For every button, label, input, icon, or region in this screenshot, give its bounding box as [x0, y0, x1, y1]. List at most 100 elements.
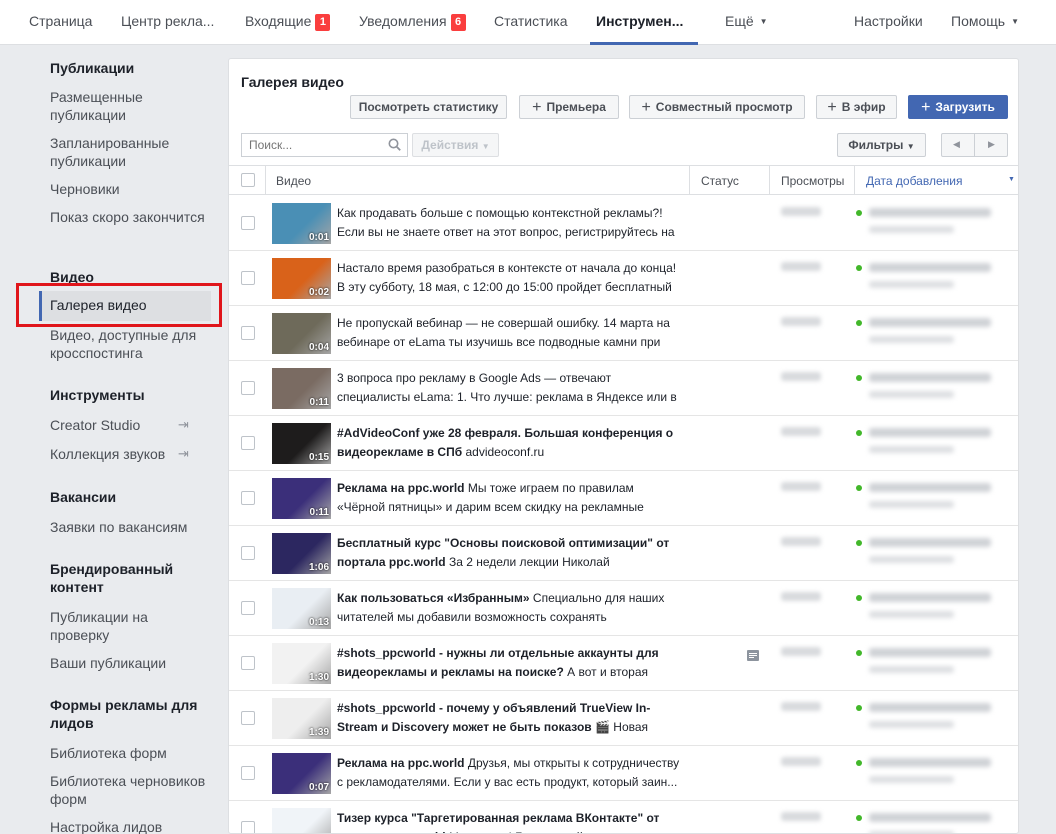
video-thumbnail[interactable]: 0:13: [272, 588, 331, 629]
row-checkbox[interactable]: [241, 216, 255, 230]
video-thumbnail[interactable]: 0:07: [272, 753, 331, 794]
table-row[interactable]: Тизер курса "Таргетированная реклама ВКо…: [229, 801, 1018, 833]
video-description[interactable]: Как пользоваться «Избранным» Специально …: [337, 589, 682, 627]
row-checkbox[interactable]: [241, 766, 255, 780]
video-duration: 0:02: [308, 287, 329, 298]
column-divider: [769, 166, 770, 195]
video-description[interactable]: #shots_ppcworld - почему у объявлений Tr…: [337, 699, 682, 737]
column-views[interactable]: Просмотры: [781, 174, 844, 188]
video-description[interactable]: Настало время разобраться в контексте от…: [337, 259, 682, 297]
actions-dropdown[interactable]: Действия ▼: [412, 133, 499, 157]
table-header: Видео Статус Просмотры Дата добавления ▼: [229, 165, 1018, 195]
sort-desc-icon[interactable]: ▼: [1008, 176, 1015, 183]
tab-inbox[interactable]: Входящие 1: [245, 13, 331, 31]
caret-down-icon: ▼: [759, 17, 768, 26]
settings-link[interactable]: Настройки: [854, 13, 923, 29]
table-row[interactable]: 1:06 Бесплатный курс "Основы поисковой оп…: [229, 526, 1018, 581]
author-blurred: [869, 721, 954, 728]
watch-party-button[interactable]: + Совместный просмотр: [629, 95, 805, 119]
next-page-icon[interactable]: ▶: [988, 139, 995, 150]
video-description[interactable]: #AdVideoConf уже 28 февраля. Большая кон…: [337, 424, 682, 462]
table-row[interactable]: 0:15 #AdVideoConf уже 28 февраля. Большая…: [229, 416, 1018, 471]
sidebar-item-scheduled[interactable]: Запланированные публикации: [50, 134, 210, 170]
video-description[interactable]: Не пропускай вебинар — не совершай ошибк…: [337, 314, 682, 352]
column-date-added[interactable]: Дата добавления: [866, 174, 962, 188]
filters-dropdown[interactable]: Фильтры ▼: [837, 133, 926, 157]
video-description[interactable]: 3 вопроса про рекламу в Google Ads — отв…: [337, 369, 682, 407]
column-video[interactable]: Видео: [276, 174, 311, 188]
tab-page[interactable]: Страница: [29, 13, 92, 29]
table-row[interactable]: 1:39 #shots_ppcworld - почему у объявлени…: [229, 691, 1018, 746]
views-count-blurred: [781, 537, 821, 546]
sidebar-item-job-applications[interactable]: Заявки по вакансиям: [50, 518, 210, 536]
video-description[interactable]: Реклама на ppc.world Друзья, мы открыты …: [337, 754, 682, 792]
sidebar-heading-branded: Брендированный контент: [50, 561, 174, 595]
sidebar-item-draft-forms-library[interactable]: Библиотека черновиков форм: [50, 772, 210, 808]
row-checkbox[interactable]: [241, 326, 255, 340]
row-checkbox[interactable]: [241, 711, 255, 725]
video-description[interactable]: Реклама на ppc.world Мы тоже играем по п…: [337, 479, 682, 517]
video-duration: 0:13: [308, 617, 329, 628]
help-menu[interactable]: Помощь ▼: [951, 13, 1019, 29]
row-checkbox[interactable]: [241, 381, 255, 395]
video-description[interactable]: #shots_ppcworld - нужны ли отдельные акк…: [337, 644, 682, 682]
tab-notifications[interactable]: Уведомления 6: [359, 13, 466, 31]
select-all-checkbox[interactable]: [241, 173, 255, 187]
column-divider: [854, 166, 855, 195]
sidebar-item-drafts[interactable]: Черновики: [50, 180, 210, 198]
sidebar-item-published[interactable]: Размещенные публикации: [50, 88, 210, 124]
prev-page-icon[interactable]: ◀: [953, 139, 960, 150]
row-checkbox[interactable]: [241, 601, 255, 615]
row-checkbox[interactable]: [241, 271, 255, 285]
table-row[interactable]: 0:02 Настало время разобраться в контекст…: [229, 251, 1018, 306]
table-row[interactable]: 0:04 Не пропускай вебинар — не совершай о…: [229, 306, 1018, 361]
video-thumbnail[interactable]: [272, 808, 331, 833]
sidebar-item-forms-library[interactable]: Библиотека форм: [50, 744, 210, 762]
table-row[interactable]: 0:11 Реклама на ppc.world Мы тоже играем …: [229, 471, 1018, 526]
row-checkbox[interactable]: [241, 546, 255, 560]
sidebar-item-lead-settings[interactable]: Настройка лидов: [50, 818, 210, 834]
row-checkbox[interactable]: [241, 821, 255, 833]
table-row[interactable]: 0:13 Как пользоваться «Избранным» Специал…: [229, 581, 1018, 636]
video-thumbnail[interactable]: 0:11: [272, 368, 331, 409]
premiere-button[interactable]: + Премьера: [519, 95, 619, 119]
author-blurred: [869, 336, 954, 343]
table-row[interactable]: 0:11 3 вопроса про рекламу в Google Ads —…: [229, 361, 1018, 416]
video-thumbnail[interactable]: 0:01: [272, 203, 331, 244]
tab-ad-center[interactable]: Центр рекла...: [121, 13, 214, 29]
tab-tools[interactable]: Инструмен...: [596, 13, 683, 29]
views-count-blurred: [781, 757, 821, 766]
video-description[interactable]: Тизер курса "Таргетированная реклама ВКо…: [337, 809, 682, 833]
video-description[interactable]: Бесплатный курс "Основы поисковой оптими…: [337, 534, 682, 572]
video-thumbnail[interactable]: 0:11: [272, 478, 331, 519]
table-row[interactable]: 0:01 Как продавать больше с помощью конте…: [229, 196, 1018, 251]
column-status[interactable]: Статус: [701, 174, 739, 188]
tab-statistics[interactable]: Статистика: [494, 13, 568, 29]
video-thumbnail[interactable]: 0:02: [272, 258, 331, 299]
video-thumbnail[interactable]: 1:30: [272, 643, 331, 684]
search-input[interactable]: [242, 134, 382, 156]
video-thumbnail[interactable]: 1:39: [272, 698, 331, 739]
tab-notifications-label: Уведомления: [359, 13, 447, 29]
row-checkbox[interactable]: [241, 436, 255, 450]
view-stats-button[interactable]: Посмотреть статистику: [350, 95, 507, 119]
row-checkbox[interactable]: [241, 491, 255, 505]
search-icon[interactable]: [388, 138, 401, 151]
sidebar-item-your-posts[interactable]: Ваши публикации: [50, 654, 210, 672]
tab-more[interactable]: Ещё ▼: [725, 13, 768, 29]
upload-button[interactable]: + Загрузить: [908, 95, 1008, 119]
table-row[interactable]: 1:30 #shots_ppcworld - нужны ли отдельные…: [229, 636, 1018, 691]
row-checkbox[interactable]: [241, 656, 255, 670]
video-duration: 0:11: [309, 507, 329, 518]
column-divider: [689, 166, 690, 195]
sidebar-item-review-posts[interactable]: Публикации на проверку: [50, 608, 210, 644]
help-label: Помощь: [951, 13, 1006, 29]
sidebar-item-expiring[interactable]: Показ скоро закончится: [50, 208, 210, 226]
video-thumbnail[interactable]: 0:04: [272, 313, 331, 354]
video-thumbnail[interactable]: 1:06: [272, 533, 331, 574]
go-live-button[interactable]: + В эфир: [816, 95, 897, 119]
sidebar-item-crossposting[interactable]: Видео, доступные для кросспостинга: [50, 326, 210, 362]
table-row[interactable]: 0:07 Реклама на ppc.world Друзья, мы откр…: [229, 746, 1018, 801]
video-description[interactable]: Как продавать больше с помощью контекстн…: [337, 204, 682, 242]
video-thumbnail[interactable]: 0:15: [272, 423, 331, 464]
